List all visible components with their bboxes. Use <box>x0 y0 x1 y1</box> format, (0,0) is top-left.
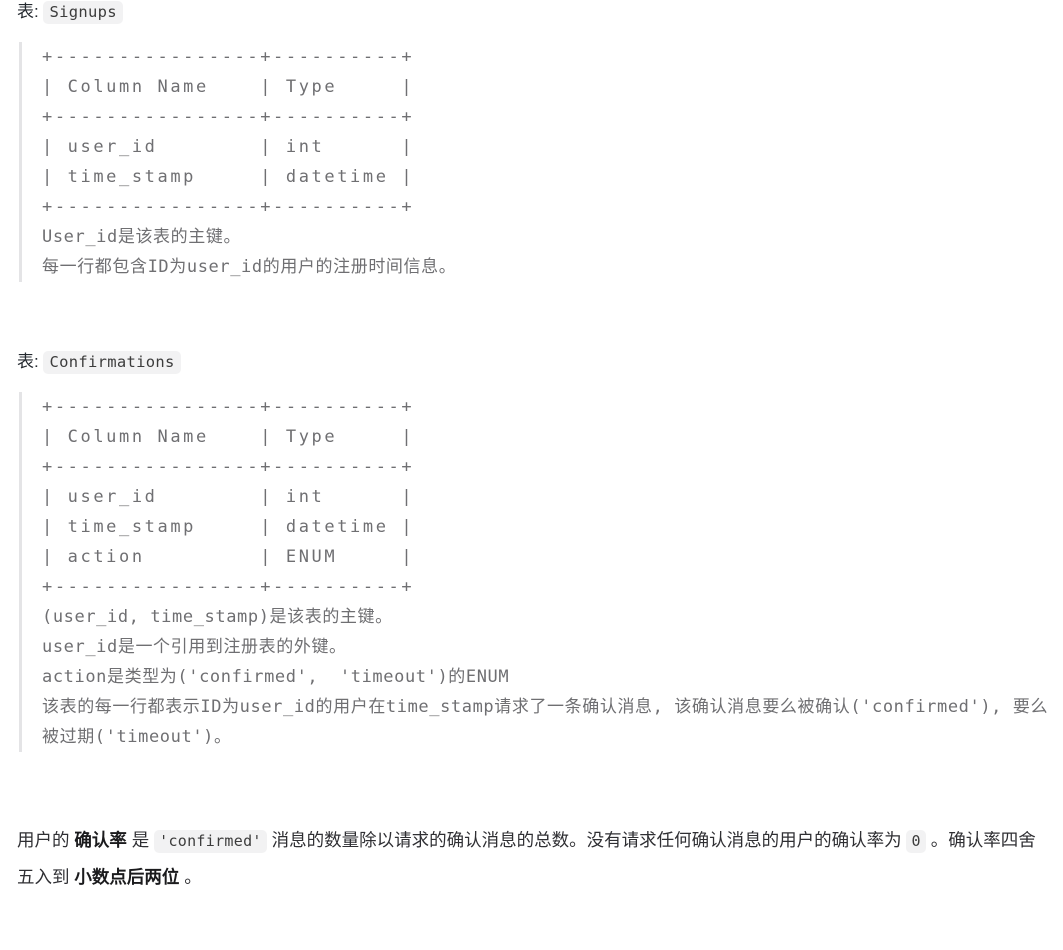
closing-bold-confirmation-rate: 确认率 <box>74 830 127 850</box>
schema-note-confirmations-1: (user_id, time_stamp)是该表的主键。 <box>42 607 393 627</box>
confirmation-rate-paragraph: 用户的 确认率 是 'confirmed' 消息的数量除以请求的确认消息的总数。… <box>0 822 1063 895</box>
schema-note-signups-2: 每一行都包含ID为user_id的用户的注册时间信息。 <box>42 257 457 277</box>
ascii-table-signups: +----------------+----------+ | Column N… <box>42 47 415 217</box>
closing-code-confirmed: 'confirmed' <box>154 830 267 853</box>
table-heading-label-1: 表: <box>17 2 39 21</box>
closing-text-3: 消息的数量除以请求的确认消息的总数。没有请求任何确认消息的用户的确认率为 <box>266 830 907 850</box>
schema-note-signups-1: User_id是该表的主键。 <box>42 227 242 247</box>
closing-text-1: 用户的 <box>17 830 75 850</box>
closing-text-5: 。 <box>179 867 202 887</box>
document-page: 表: Signups +----------------+----------+… <box>0 0 1063 950</box>
closing-code-zero: 0 <box>906 830 926 853</box>
schema-block-signups: +----------------+----------+ | Column N… <box>19 42 1063 282</box>
schema-note-confirmations-3: action是类型为('confirmed', 'timeout')的ENUM <box>42 667 510 687</box>
table-heading-label-2: 表: <box>17 352 39 371</box>
closing-bold-two-decimals: 小数点后两位 <box>74 867 180 887</box>
table-name-code-confirmations: Confirmations <box>43 351 181 374</box>
schema-note-confirmations-4: 该表的每一行都表示ID为user_id的用户在time_stamp请求了一条确认… <box>42 697 1049 747</box>
table-heading-confirmations: 表: Confirmations <box>0 350 1063 374</box>
schema-note-confirmations-2: user_id是一个引用到注册表的外键。 <box>42 637 347 657</box>
table-heading-signups: 表: Signups <box>0 0 1063 24</box>
table-name-code-signups: Signups <box>43 1 123 24</box>
ascii-table-confirmations: +----------------+----------+ | Column N… <box>42 397 415 597</box>
closing-text-2: 是 <box>126 830 155 850</box>
schema-block-confirmations: +----------------+----------+ | Column N… <box>19 392 1063 752</box>
